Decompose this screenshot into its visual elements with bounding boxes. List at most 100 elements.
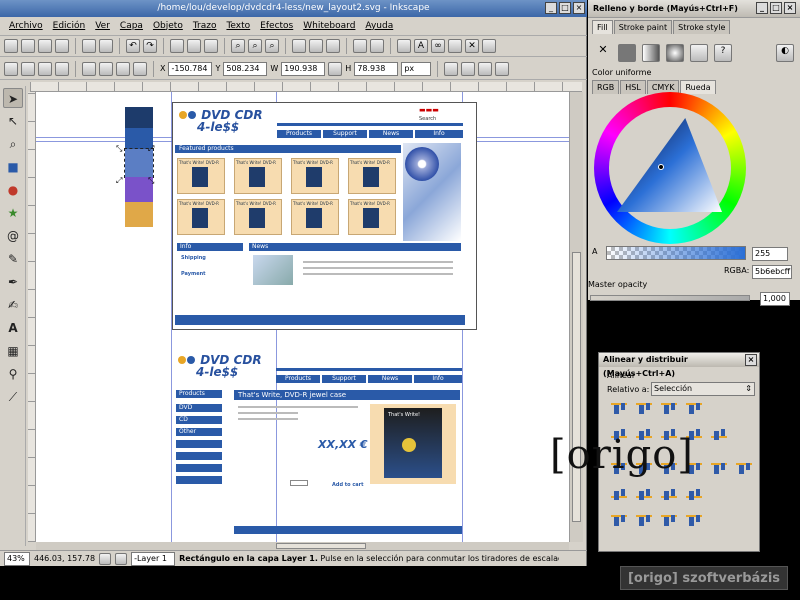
flip-vertical-icon[interactable] [55, 61, 69, 76]
clone-icon[interactable] [309, 39, 323, 53]
pattern-icon[interactable] [690, 44, 708, 62]
x-field[interactable]: -150.784 [168, 61, 213, 76]
horizontal-ruler[interactable] [30, 82, 582, 92]
layer-visibility-icon[interactable] [99, 552, 112, 565]
master-opacity-field[interactable]: 1,000 [760, 292, 790, 306]
export-icon[interactable] [99, 39, 113, 53]
swatch-icon[interactable]: ? [714, 44, 732, 62]
redo-icon[interactable]: ↷ [143, 39, 157, 53]
tab-fill[interactable]: Fill [592, 20, 613, 34]
calligraphy-tool-icon[interactable]: ✍ [3, 295, 23, 315]
color-swatch[interactable] [125, 202, 153, 227]
connector-tool-icon[interactable]: ⚲ [3, 364, 23, 384]
layer-lock-icon[interactable] [115, 552, 128, 565]
rotate-cw-icon[interactable] [21, 61, 35, 76]
ungroup-icon[interactable] [370, 39, 384, 53]
group-icon[interactable] [353, 39, 367, 53]
zoom-drawing-icon[interactable]: ⌕ [248, 39, 262, 53]
menu-ver[interactable]: Ver [90, 21, 115, 31]
lower-icon[interactable] [116, 61, 130, 76]
tab-stroke-style[interactable]: Stroke style [673, 20, 731, 34]
scale-handle-icon[interactable]: ⤢ [116, 176, 122, 186]
linear-gradient-icon[interactable] [642, 44, 660, 62]
fill-rule-evenodd-icon[interactable]: ◐ [776, 44, 794, 62]
relative-to-select[interactable]: Selección ⇕ [651, 382, 755, 396]
menu-archivo[interactable]: Archivo [4, 21, 48, 31]
move-gradients-icon[interactable] [478, 61, 493, 76]
raise-icon[interactable] [99, 61, 113, 76]
dropper-tool-icon[interactable]: ⟋ [3, 387, 23, 407]
align-option-icon[interactable] [636, 487, 652, 501]
rectangle-tool-icon[interactable]: ■ [3, 157, 23, 177]
color-picker-marker[interactable] [658, 164, 664, 170]
tab-rgb[interactable]: RGB [592, 80, 620, 94]
ellipse-tool-icon[interactable]: ● [3, 180, 23, 200]
duplicate-icon[interactable] [292, 39, 306, 53]
align-option-icon[interactable] [611, 401, 627, 415]
cut-icon[interactable] [187, 39, 201, 53]
align-option-icon[interactable] [611, 513, 627, 527]
minimize-button[interactable]: _ [756, 2, 768, 14]
layout-mockup-page[interactable]: DVD CDR 4-le$$ ▬▬▬ Search Products Suppor… [172, 102, 477, 330]
alpha-slider[interactable] [606, 246, 746, 260]
save-icon[interactable] [38, 39, 52, 53]
maximize-button[interactable]: □ [770, 2, 782, 14]
maximize-button[interactable]: □ [559, 2, 571, 14]
tab-hsl[interactable]: HSL [620, 80, 646, 94]
close-button[interactable]: × [784, 2, 796, 14]
color-swatch[interactable] [125, 107, 153, 128]
drawing-canvas[interactable]: ⤡ ⤢ ⤢ ⤡ DVD CDR 4-le$$ ▬▬▬ Search Product… [36, 92, 569, 542]
horizontal-scrollbar[interactable] [36, 542, 569, 550]
menu-whiteboard[interactable]: Whiteboard [298, 21, 360, 31]
zoom-selection-icon[interactable]: ⌕ [231, 39, 245, 53]
lock-icon[interactable] [328, 61, 343, 76]
menu-objeto[interactable]: Objeto [148, 21, 188, 31]
zoom-tool-icon[interactable]: ⌕ [3, 134, 23, 154]
align-option-icon[interactable] [661, 513, 677, 527]
width-field[interactable]: 190.938 [281, 61, 326, 76]
move-patterns-icon[interactable] [495, 61, 510, 76]
document-properties-icon[interactable] [482, 39, 496, 53]
raise-top-icon[interactable] [82, 61, 96, 76]
y-field[interactable]: 508.234 [223, 61, 268, 76]
star-tool-icon[interactable]: ★ [3, 203, 23, 223]
align-option-icon[interactable] [661, 487, 677, 501]
copy-icon[interactable] [170, 39, 184, 53]
menu-capa[interactable]: Capa [115, 21, 148, 31]
zoom-page-icon[interactable]: ⌕ [265, 39, 279, 53]
tab-rueda[interactable]: Rueda [680, 80, 716, 94]
open-folder-icon[interactable] [21, 39, 35, 53]
paste-icon[interactable] [204, 39, 218, 53]
new-document-icon[interactable] [4, 39, 18, 53]
no-paint-icon[interactable]: ✕ [594, 44, 612, 62]
minimize-button[interactable]: _ [545, 2, 557, 14]
text-font-icon[interactable]: A [414, 39, 428, 53]
align-option-icon[interactable] [611, 487, 627, 501]
unit-select[interactable]: px [401, 61, 432, 76]
menu-trazo[interactable]: Trazo [188, 21, 222, 31]
align-icon[interactable] [448, 39, 462, 53]
close-button[interactable]: × [573, 2, 585, 14]
align-option-icon[interactable] [686, 487, 702, 501]
pen-tool-icon[interactable]: ✒ [3, 272, 23, 292]
align-option-icon[interactable] [711, 461, 727, 475]
close-button[interactable]: × [745, 354, 757, 366]
layer-select[interactable]: -Layer 1 [131, 551, 176, 566]
menu-ayuda[interactable]: Ayuda [360, 21, 398, 31]
rgba-field[interactable]: 5b6ebcff [752, 265, 792, 279]
scale-handle-icon[interactable]: ⤡ [116, 144, 122, 154]
menu-texto[interactable]: Texto [221, 21, 255, 31]
align-option-icon[interactable] [711, 427, 727, 441]
scale-handle-icon[interactable]: ⤡ [148, 176, 154, 186]
zoom-field[interactable]: 43% [4, 551, 30, 566]
radial-gradient-icon[interactable] [666, 44, 684, 62]
text-tool-icon[interactable]: A [3, 318, 23, 338]
align-option-icon[interactable] [636, 513, 652, 527]
tab-stroke-paint[interactable]: Stroke paint [613, 20, 673, 34]
pencil-tool-icon[interactable]: ✎ [3, 249, 23, 269]
align-option-icon[interactable] [686, 513, 702, 527]
xml-editor-icon[interactable]: ∞ [431, 39, 445, 53]
menu-efectos[interactable]: Efectos [255, 21, 298, 31]
scale-stroke-icon[interactable] [444, 61, 459, 76]
vertical-ruler[interactable] [28, 92, 36, 542]
